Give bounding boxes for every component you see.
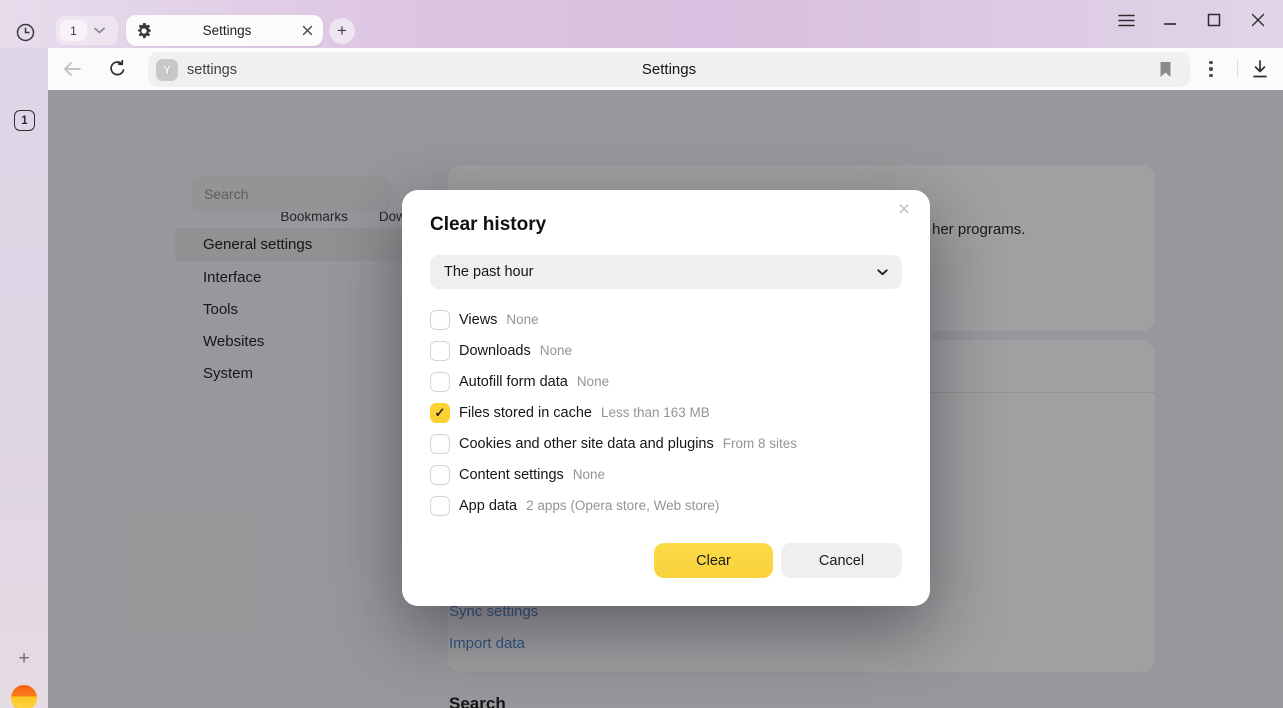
checkbox-cache[interactable]: ✓ [430, 403, 450, 423]
omnibox-page-title: Settings [148, 61, 1190, 78]
time-range-dropdown[interactable]: The past hour [430, 255, 902, 289]
row-cookies[interactable]: ✓ Cookies and other site data and plugin… [430, 428, 902, 459]
dialog-close-icon[interactable]: × [892, 198, 916, 222]
close-button[interactable] [1244, 8, 1272, 32]
row-label: Files stored in cache [459, 405, 592, 421]
row-detail: 2 apps (Opera store, Web store) [526, 498, 719, 513]
checkbox-views[interactable]: ✓ [430, 310, 450, 330]
gear-icon [136, 23, 152, 39]
window-count-badge[interactable]: 1 [14, 110, 35, 131]
row-detail: None [577, 374, 609, 389]
tab-close-icon[interactable] [302, 25, 313, 36]
cancel-button[interactable]: Cancel [781, 543, 902, 578]
reload-icon[interactable] [103, 56, 131, 82]
tab-group-pill[interactable]: 1 [56, 16, 118, 45]
row-label: Cookies and other site data and plugins [459, 436, 714, 452]
row-label: Content settings [459, 467, 564, 483]
row-label: Views [459, 312, 497, 328]
row-autofill[interactable]: ✓ Autofill form data None [430, 366, 902, 397]
tab-title: Settings [152, 23, 302, 38]
browser-sidebar: 1 + [0, 48, 48, 708]
row-detail: From 8 sites [723, 436, 797, 451]
menu-hamburger-icon[interactable] [1112, 8, 1140, 32]
checkbox-cookies[interactable]: ✓ [430, 434, 450, 454]
titlebar: 1 Settings + [0, 0, 1283, 48]
address-bar[interactable]: Y settings Settings [148, 52, 1190, 87]
time-range-value: The past hour [444, 264, 877, 280]
row-label: Downloads [459, 343, 531, 359]
row-detail: Less than 163 MB [601, 405, 710, 420]
row-views[interactable]: ✓ Views None [430, 304, 902, 335]
row-content-settings[interactable]: ✓ Content settings None [430, 459, 902, 490]
download-icon[interactable] [1246, 56, 1274, 82]
minimize-button[interactable] [1156, 8, 1184, 32]
back-arrow-icon[interactable] [58, 56, 86, 82]
yandex-mail-icon[interactable] [11, 685, 37, 708]
row-label: App data [459, 498, 517, 514]
checkbox-autofill[interactable]: ✓ [430, 372, 450, 392]
dialog-title: Clear history [430, 214, 546, 236]
toolbar-divider [1237, 60, 1238, 78]
history-clock-icon[interactable] [14, 21, 36, 43]
row-detail: None [540, 343, 572, 358]
row-label: Autofill form data [459, 374, 568, 390]
mail-envelope-flap [11, 696, 37, 708]
toolbar-kebab-icon[interactable] [1200, 57, 1222, 81]
checkbox-app-data[interactable]: ✓ [430, 496, 450, 516]
site-favicon-yandex: Y [156, 59, 178, 81]
row-cache[interactable]: ✓ Files stored in cache Less than 163 MB [430, 397, 902, 428]
row-downloads[interactable]: ✓ Downloads None [430, 335, 902, 366]
maximize-button[interactable] [1200, 8, 1228, 32]
row-detail: None [573, 467, 605, 482]
clear-history-dialog: × Clear history The past hour ✓ Views No… [402, 190, 930, 606]
bookmark-flag-icon[interactable] [1159, 61, 1172, 78]
sidebar-add-icon[interactable]: + [13, 648, 35, 670]
url-text: settings [187, 62, 237, 78]
browser-toolbar: Y settings Settings [48, 48, 1283, 90]
new-tab-button[interactable]: + [329, 18, 355, 44]
checkbox-content-settings[interactable]: ✓ [430, 465, 450, 485]
chevron-down-icon [877, 269, 888, 276]
row-detail: None [506, 312, 538, 327]
row-app-data[interactable]: ✓ App data 2 apps (Opera store, Web stor… [430, 490, 902, 521]
clear-button[interactable]: Clear [654, 543, 773, 578]
checkbox-downloads[interactable]: ✓ [430, 341, 450, 361]
browser-tab-settings[interactable]: Settings [126, 15, 323, 46]
chevron-down-icon[interactable] [94, 27, 105, 34]
tab-group-count[interactable]: 1 [60, 20, 87, 41]
